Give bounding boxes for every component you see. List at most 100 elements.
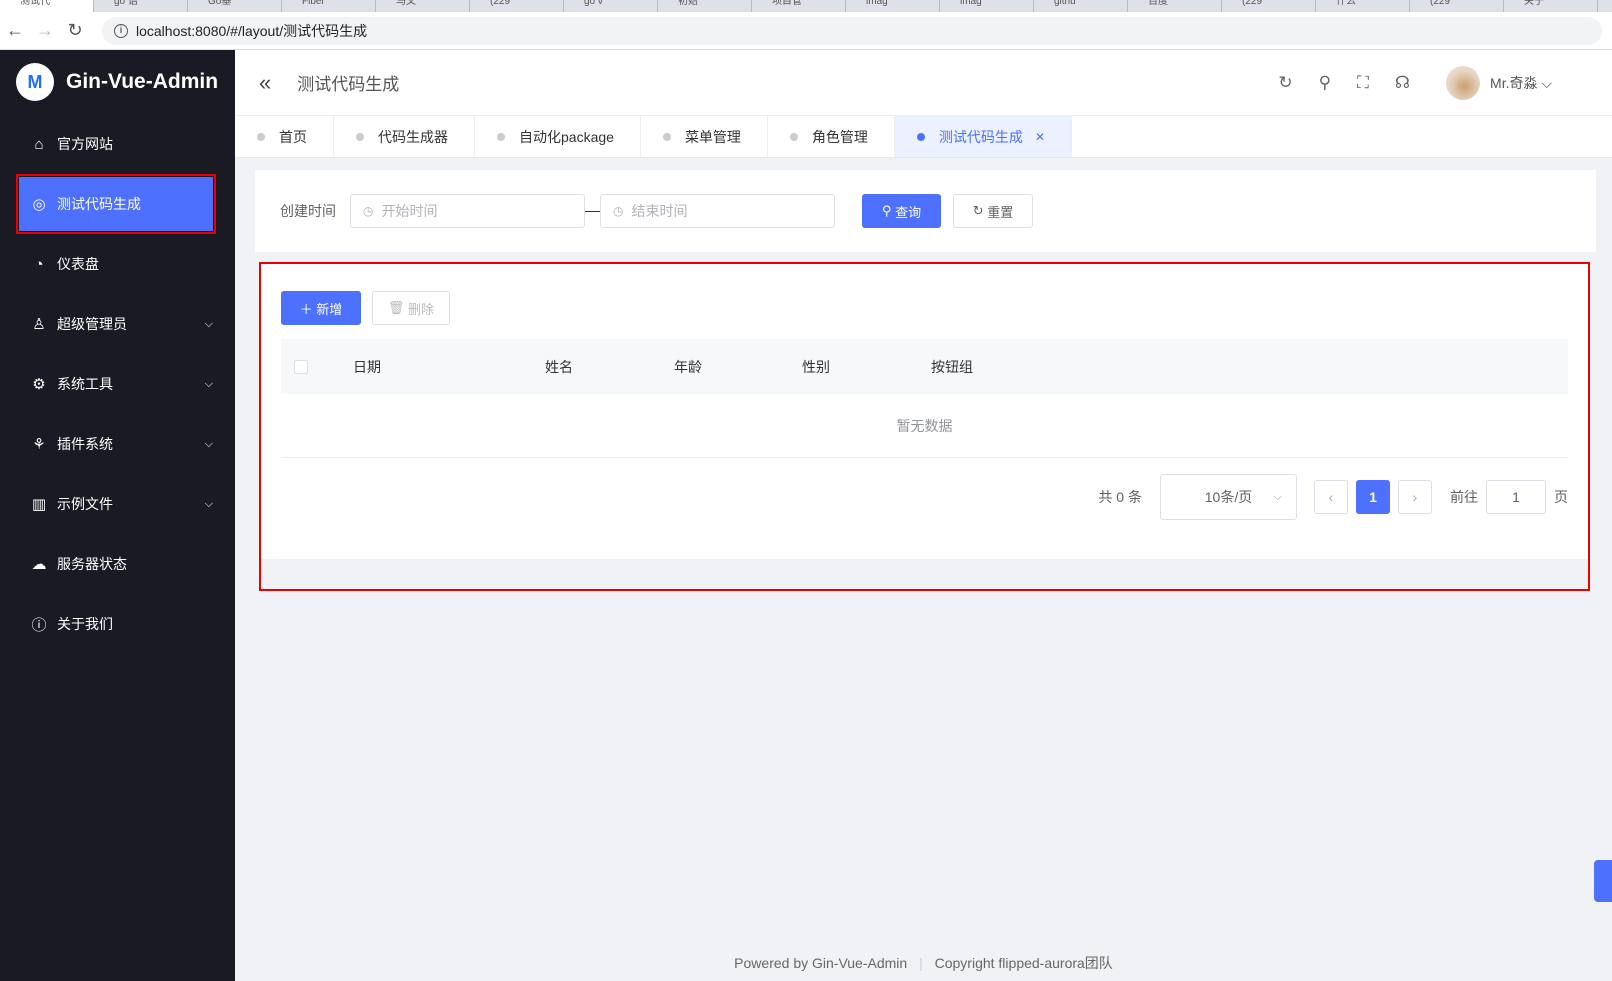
close-icon[interactable]: ✕ [1035,130,1045,144]
browser-tab[interactable]: imag [846,0,940,12]
sidebar-item-label: 仪表盘 [57,256,99,272]
sidebar-item-label: 超级管理员 [57,316,127,332]
add-label: 新增 [316,301,343,317]
gear-icon: ⚙ [32,376,46,393]
fullscreen-icon[interactable]: ⛶ [1357,73,1369,93]
forward-icon[interactable]: → [30,20,60,41]
dot-icon [356,132,364,141]
brand[interactable]: M Gin-Vue-Admin [0,50,235,114]
query-button[interactable]: ⚲ 查询 [862,194,941,228]
goto-label: 前往 [1450,489,1478,505]
sidebar-item[interactable]: ▥ 示例文件 ⌵ [0,474,235,534]
delete-label: 删除 [408,301,435,317]
page-tab[interactable]: 自动化package [475,116,641,157]
sidebar-item[interactable]: ⚙ 系统工具 ⌵ [0,354,235,414]
footer: Powered by Gin-Vue-Admin | Copyright fli… [734,955,1113,971]
dot-icon [662,132,671,141]
page-tab-label: 代码生成器 [378,128,448,145]
sidebar-item-label: 插件系统 [57,436,113,452]
browser-tab[interactable]: go v [564,0,658,12]
created-time-label: 创建时间 [280,203,336,219]
page-size-select[interactable]: 10条/页 ⌵ [1160,474,1297,520]
page-tab[interactable]: 首页 [235,116,334,157]
sidebar-item[interactable]: ☁ 服务器状态 [0,534,235,594]
page-size-value: 10条/页 [1204,489,1253,505]
browser-tab[interactable]: (229 [1410,0,1504,12]
url-text: localhost:8080/#/layout/测试代码生成 [136,22,368,39]
page-tab[interactable]: 测试代码生成 ✕ [894,116,1072,157]
goto-page-input[interactable]: 1 [1486,480,1546,514]
clock-icon: ◷ [613,204,624,218]
start-time-placeholder: 开始时间 [381,203,438,219]
browser-tab[interactable]: 百度 [1128,0,1222,12]
browser-tab[interactable]: 什么 [1316,0,1410,12]
end-time-input[interactable]: ◷ 结束时间 [600,194,835,228]
search-icon[interactable]: ⚲ [1319,73,1331,93]
page-tab[interactable]: 角色管理 [768,116,895,157]
sidebar-item[interactable]: ◎ 测试代码生成 [16,174,216,234]
page-tab[interactable]: 菜单管理 [641,116,768,157]
sidebar-item[interactable]: ♙ 超级管理员 ⌵ [0,294,235,354]
start-time-input[interactable]: ◷ 开始时间 [350,194,585,228]
plus-icon: ＋ [299,301,317,317]
sidebar-item-label: 关于我们 [57,616,113,632]
column-name[interactable]: 姓名 [545,357,573,377]
column-age[interactable]: 年龄 [674,357,702,377]
clock-icon: ◷ [363,204,374,218]
floating-settings-button[interactable] [1594,860,1612,902]
next-page-button[interactable]: › [1398,480,1432,514]
sidebar-item[interactable]: ⚘ 插件系统 ⌵ [0,414,235,474]
sidebar-item[interactable]: ⌂ 官方网站 [0,114,235,174]
reset-label: 重置 [987,204,1014,220]
info-icon[interactable]: i [114,23,128,38]
avatar[interactable] [1446,65,1481,100]
page-1-button[interactable]: 1 [1356,480,1390,514]
page-title: 测试代码生成 [297,75,400,94]
dot-icon [789,132,798,141]
user-menu[interactable]: Mr.奇淼 ⌵ [1490,73,1552,93]
delete-button[interactable]: 🗑 删除 [372,291,450,325]
reload-icon[interactable]: ↻ [60,20,90,41]
dot-icon [257,132,265,141]
back-icon[interactable]: ← [0,20,30,41]
table-header: 日期 姓名 年龄 性别 按钮组 [281,339,1568,394]
browser-tab[interactable]: imag [940,0,1034,12]
sidebar-item-label: 服务器状态 [57,556,127,572]
browser-tab[interactable]: 初始 [658,0,752,12]
browser-tab[interactable]: 关于 [1504,0,1598,12]
main: « 测试代码生成 ↻ ⚲ ⛶ ☊ Mr.奇淼 ⌵ 首页 代码生成器 自动化packa… [235,50,1612,981]
browser-tab[interactable]: Go基 [188,0,282,12]
page-tab-label: 测试代码生成 [938,128,1023,145]
browser-tab[interactable]: githu [1034,0,1128,12]
copyright[interactable]: Copyright flipped-aurora团队 [935,955,1113,971]
headset-icon[interactable]: ☊ [1395,73,1410,93]
sidebar-item[interactable]: ⓘ 关于我们 [0,594,235,654]
refresh-icon[interactable]: ↻ [1278,73,1292,93]
browser-tab[interactable]: 马文 [376,0,470,12]
browser-tab[interactable]: 项目管 [752,0,846,12]
prev-page-button[interactable]: ‹ [1314,480,1348,514]
browser-tab[interactable]: go 语 [94,0,188,12]
chevron-down-icon: ⌵ [204,377,213,390]
table-panel: ＋ 新增 🗑 删除 日期 姓名 年龄 性别 按钮组 暂无数据 共 0 条 10条… [259,262,1590,591]
logo-icon: M [16,63,54,101]
page-tab[interactable]: 代码生成器 [334,116,475,157]
refresh-icon: ↻ [972,203,988,218]
powered-by[interactable]: Powered by Gin-Vue-Admin [734,955,907,971]
trash-icon: 🗑 [387,300,409,315]
sidebar-item[interactable]: ◔ 仪表盘 [0,234,235,294]
reset-button[interactable]: ↻ 重置 [953,194,1033,228]
collapse-sidebar-icon[interactable]: « [259,70,271,96]
add-button[interactable]: ＋ 新增 [281,291,361,325]
browser-tab[interactable]: Fiber [282,0,376,12]
column-gender[interactable]: 性别 [802,357,830,377]
browser-tab[interactable]: 测试代 [0,0,94,12]
select-all-checkbox[interactable] [294,359,308,374]
browser-tab[interactable]: (229 [470,0,564,12]
column-actions[interactable]: 按钮组 [931,357,973,377]
url-input[interactable]: i localhost:8080/#/layout/测试代码生成 [102,16,1602,45]
address-bar-row: ← → ↻ i localhost:8080/#/layout/测试代码生成 [0,12,1612,50]
cloud-icon: ☁ [31,556,47,573]
column-date[interactable]: 日期 [353,357,381,377]
browser-tab[interactable]: (229 [1222,0,1316,12]
